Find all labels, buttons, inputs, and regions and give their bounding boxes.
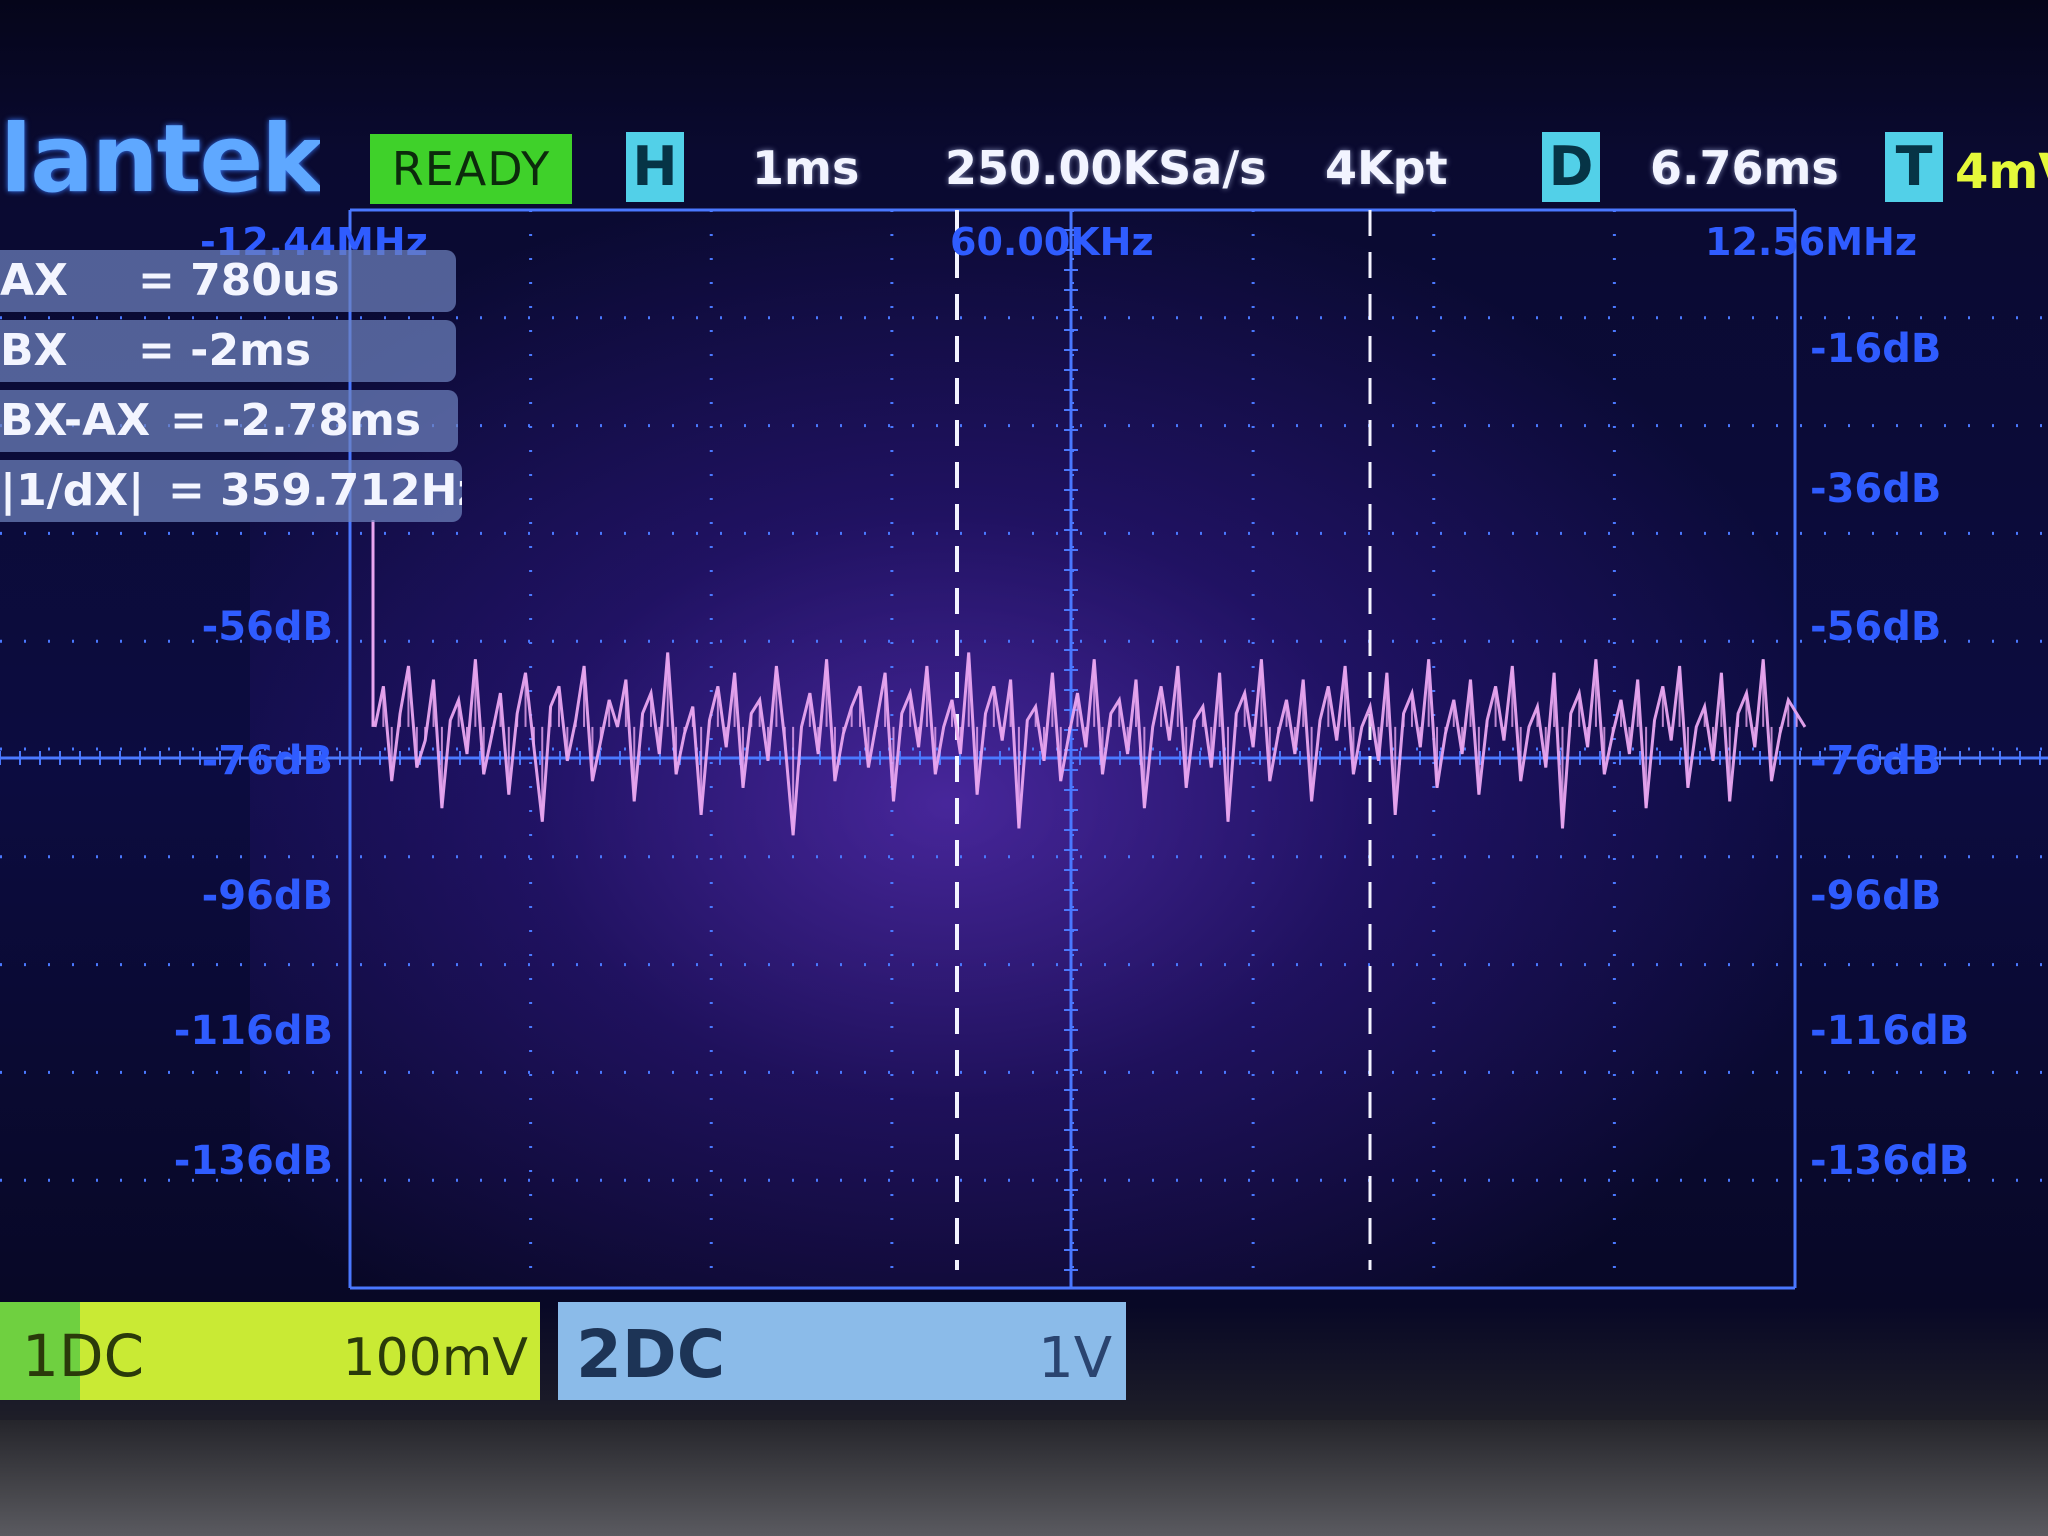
channel-1-indicator[interactable]: 1DC 100mV xyxy=(0,1302,540,1400)
db-label-right: -36dB xyxy=(1810,466,1941,512)
fft-trace-line xyxy=(373,652,1807,836)
delay-icon: D xyxy=(1542,132,1600,202)
trigger-level-value: 4mV xyxy=(1955,144,2048,200)
db-label-right: -76dB xyxy=(1810,738,1941,784)
db-label-left: -76dB xyxy=(202,738,333,784)
db-label-right: -56dB xyxy=(1810,604,1941,650)
status-bar: lantek READY H 1ms 250.00KSa/s 4Kpt D 6.… xyxy=(0,110,2048,210)
db-label-left: -136dB xyxy=(174,1138,333,1184)
cursor-ax-row: AX = 780us xyxy=(0,250,456,312)
cursor-bx-label: BX xyxy=(0,325,68,376)
run-state-badge: READY xyxy=(370,134,572,204)
memory-depth-value: 4Kpt xyxy=(1325,141,1448,195)
horizontal-icon: H xyxy=(626,132,684,202)
channel-2-indicator[interactable]: 2DC 1V xyxy=(558,1302,1126,1400)
db-label-right: -136dB xyxy=(1810,1138,1969,1184)
cursor-ax-label: AX xyxy=(0,255,68,306)
cursor-bx-row: BX = -2ms xyxy=(0,320,456,382)
channel-1-scale: 100mV xyxy=(342,1328,528,1388)
timebase-value: 1ms xyxy=(752,141,860,195)
db-label-right: -16dB xyxy=(1810,326,1941,372)
cursor-inverse-value: = 359.712Hz xyxy=(168,465,462,516)
cursor-bx-value: = -2ms xyxy=(138,325,312,376)
cursor-inverse-label: |1/dX| xyxy=(0,465,145,516)
delay-value: 6.76ms xyxy=(1650,141,1839,195)
db-label-left: -96dB xyxy=(202,873,333,919)
cursor-delta-value: = -2.78ms xyxy=(170,395,422,446)
freq-center-label: 60.00KHz xyxy=(950,220,1154,264)
brand-logo: lantek xyxy=(0,110,320,210)
fft-trace xyxy=(371,520,1807,836)
lower-bezel xyxy=(0,1420,2048,1536)
channel-2-name: 2DC xyxy=(576,1316,726,1393)
cursor-ax-value: = 780us xyxy=(138,255,340,306)
channel-bar: 1DC 100mV 2DC 1V xyxy=(0,1294,2048,1414)
cursor-inverse-row: |1/dX| = 359.712Hz xyxy=(0,460,462,522)
db-label-right: -96dB xyxy=(1810,873,1941,919)
db-label-right: -116dB xyxy=(1810,1008,1969,1054)
cursor-delta-label: BX-AX xyxy=(0,395,151,446)
db-label-left: -56dB xyxy=(202,604,333,650)
cursor-delta-row: BX-AX = -2.78ms xyxy=(0,390,458,452)
trigger-icon: T xyxy=(1885,132,1943,202)
freq-right-label: 12.56MHz xyxy=(1705,220,1917,264)
channel-2-scale: 1V xyxy=(1038,1326,1112,1391)
sample-rate-value: 250.00KSa/s xyxy=(945,141,1267,195)
db-label-left: -116dB xyxy=(174,1008,333,1054)
channel-1-name: 1DC xyxy=(22,1322,145,1390)
cursor-readout-panel: AX = 780us BX = -2ms BX-AX = -2.78ms |1/… xyxy=(0,250,470,522)
